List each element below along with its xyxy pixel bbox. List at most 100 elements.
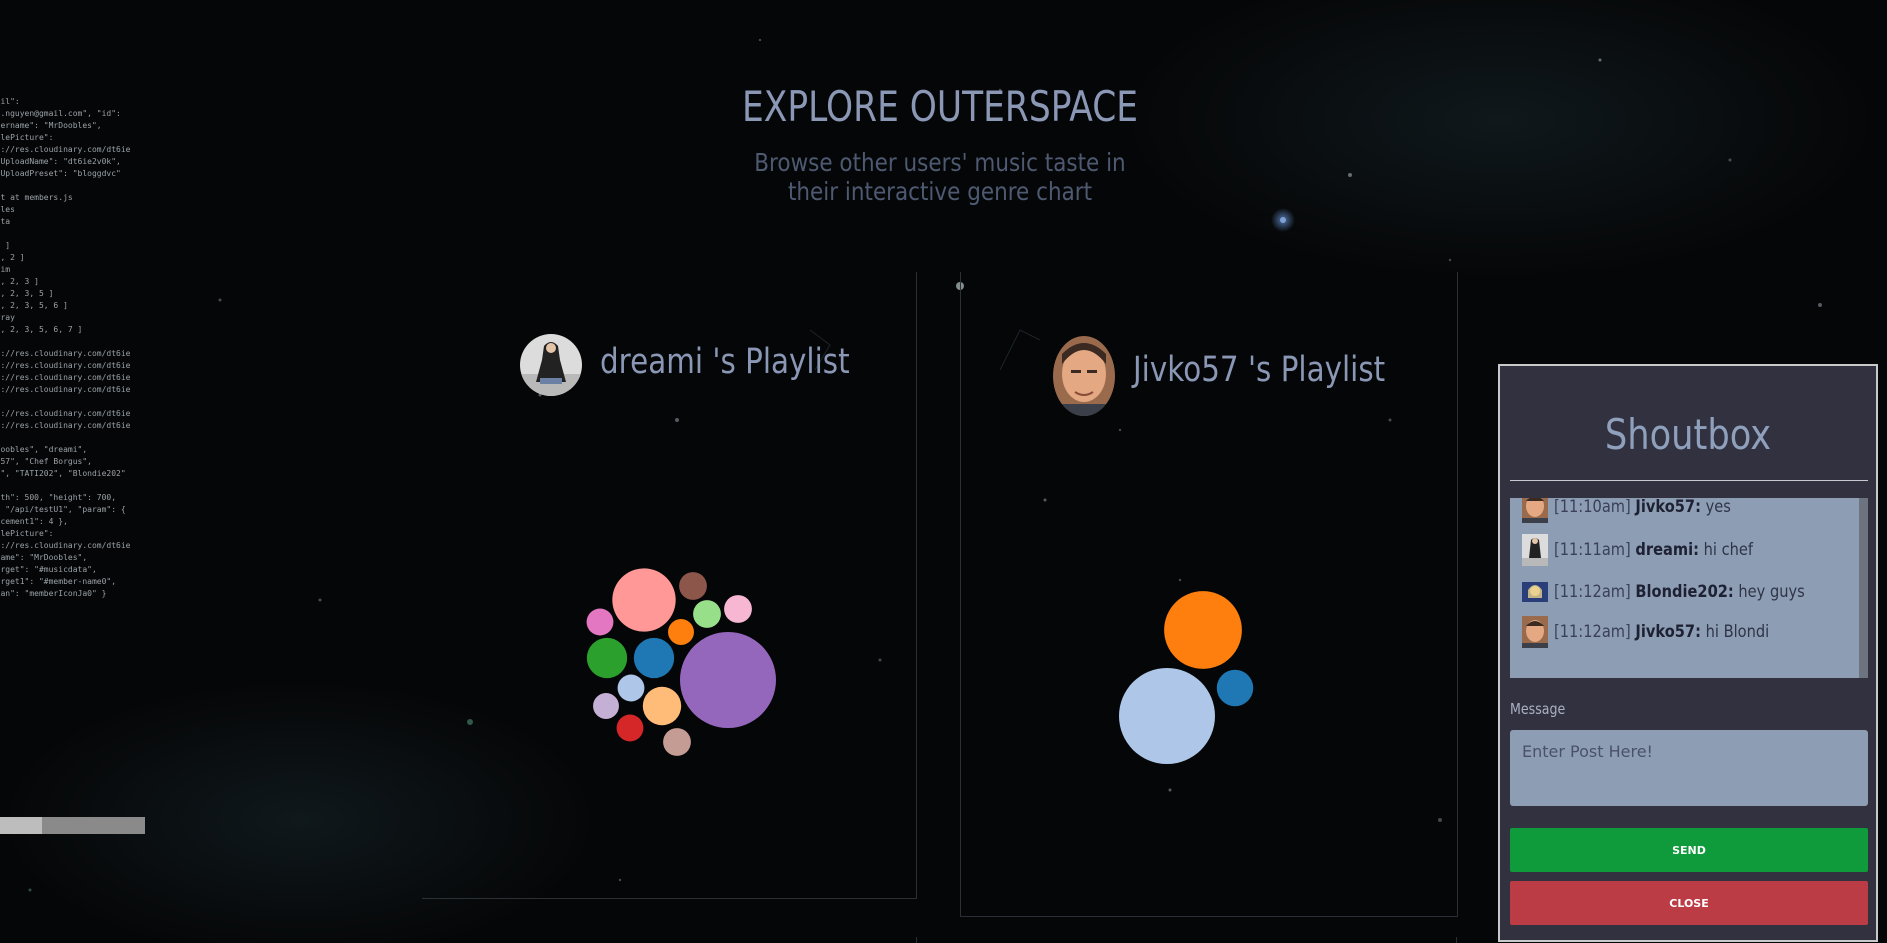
message-list-scrollbar[interactable] xyxy=(1859,498,1868,678)
message-item: [11:11am] dreami: hi chef xyxy=(1522,533,1785,567)
code-line: width": 500, "height": 700, xyxy=(0,493,117,502)
message-time: [11:10am] xyxy=(1554,498,1631,517)
message-label: Message xyxy=(1510,700,1566,718)
code-line: ire", "TATI202", "Blondie202" xyxy=(0,469,126,478)
playlist-title-jivko57: Jivko57 's Playlist xyxy=(1133,350,1386,390)
code-line: tps://res.cloudinary.com/dt6ie xyxy=(0,385,131,394)
genre-bubble-chart-dreami[interactable] xyxy=(580,560,780,760)
divider xyxy=(1456,937,1457,943)
code-line: email": xyxy=(0,97,20,106)
avatar xyxy=(1522,534,1548,566)
genre-bubble[interactable] xyxy=(586,608,614,636)
user-avatar-jivko57[interactable] xyxy=(1053,336,1115,416)
message-input[interactable] xyxy=(1510,730,1868,806)
genre-bubble[interactable] xyxy=(633,637,675,679)
message-user: Blondie202: xyxy=(1635,582,1734,602)
code-line: , 1, 2, 3 ] xyxy=(0,277,39,286)
code-line: oudUploadPreset": "bloggdvc" xyxy=(0,169,121,178)
genre-bubble[interactable] xyxy=(679,572,707,600)
message-user: Jivko57: xyxy=(1635,622,1701,642)
page-subtitle: Browse other users' music taste in their… xyxy=(754,148,1126,206)
code-line: ername": "MrDoobles", xyxy=(0,553,88,562)
avatar xyxy=(1522,582,1548,602)
code-line: , 1 ] xyxy=(0,241,11,250)
avatar xyxy=(1522,498,1548,523)
send-button[interactable]: SEND xyxy=(1510,828,1868,872)
code-line: d him xyxy=(0,265,11,274)
genre-bubble[interactable] xyxy=(1216,669,1254,707)
code-line: , 1, 2 ] xyxy=(0,253,25,262)
code-line: tps://res.cloudinary.com/dt6ie xyxy=(0,373,131,382)
genre-bubble[interactable] xyxy=(663,728,691,756)
code-line: tps://res.cloudinary.com/dt6ie xyxy=(0,361,131,370)
genre-bubble[interactable] xyxy=(586,637,628,679)
scrollbar-thumb[interactable] xyxy=(0,817,42,834)
message-text: hey guys xyxy=(1738,582,1805,602)
shoutbox-title: Shoutbox xyxy=(1604,410,1772,459)
shoutbox-divider xyxy=(1510,480,1868,481)
message-item: [11:10am] Jivko57: yes xyxy=(1522,498,1760,524)
genre-bubble[interactable] xyxy=(668,619,694,645)
code-line: , 1, 2, 3, 5 ] xyxy=(0,289,54,298)
code-line: "username": "MrDoobles", xyxy=(0,121,102,130)
code-line: ofilePicture": xyxy=(0,529,54,538)
code-line: get at members.js xyxy=(0,193,73,202)
genre-bubble[interactable] xyxy=(1119,668,1215,764)
message-text: hi Blondi xyxy=(1705,622,1770,642)
genre-bubble[interactable] xyxy=(724,595,752,623)
message-item: [11:12am] Blondie202: hey guys xyxy=(1522,575,1846,609)
code-line: MrDoobles", "dreami", xyxy=(0,445,88,454)
code-line: placement1": 4 }, xyxy=(0,517,68,526)
genre-bubble[interactable] xyxy=(680,632,776,728)
genre-bubble[interactable] xyxy=(693,600,721,628)
code-line: oudUploadName": "dt6ie2v0k", xyxy=(0,157,121,166)
code-line: rArray xyxy=(0,313,15,322)
code-line: oobles xyxy=(0,205,15,214)
genre-bubble[interactable] xyxy=(1164,591,1242,669)
code-debug-panel: email": inn.nguyen@gmail.com", "id": "user… xyxy=(0,96,150,616)
message-user: Jivko57: xyxy=(1635,498,1701,517)
code-line: l, xyxy=(0,396,150,408)
code-line: tps://res.cloudinary.com/dt6ie xyxy=(0,421,131,430)
code-line: , 1, 2, 3, 5, 6 ] xyxy=(0,301,68,310)
user-avatar-dreami[interactable] xyxy=(520,334,582,396)
message-item: [11:12am] Jivko57: hi Blondi xyxy=(1522,615,1804,649)
code-line: , 1, 2, 3, 5, 6, 7 ] xyxy=(0,325,83,334)
genre-bubble[interactable] xyxy=(612,568,676,632)
code-line: inn.nguyen@gmail.com", "id": xyxy=(0,109,121,118)
code-line: tps://res.cloudinary.com/dt6ie xyxy=(0,409,131,418)
message-list[interactable]: [11:10am] Jivko57: yes [11:11am] dreami:… xyxy=(1510,498,1868,678)
message-time: [11:11am] xyxy=(1554,540,1631,560)
genre-bubble[interactable] xyxy=(593,693,619,719)
message-text: hi chef xyxy=(1703,540,1754,560)
genre-bubble[interactable] xyxy=(617,674,645,702)
code-line: vSpan": "memberIconJa0" } xyxy=(0,589,107,598)
code-line: tps://res.cloudinary.com/dt6ie xyxy=(0,349,131,358)
code-line: _data xyxy=(0,217,11,226)
code-line: l": "/api/testU1", "param": { xyxy=(0,505,126,514)
message-text: yes xyxy=(1705,498,1731,517)
code-panel-scrollbar[interactable] xyxy=(0,817,145,834)
genre-bubble-chart-jivko57[interactable] xyxy=(1105,585,1265,770)
code-line: vko57", "Chef Borgus", xyxy=(0,457,92,466)
code-line: tps://res.cloudinary.com/dt6ie xyxy=(0,145,131,154)
code-line: ] xyxy=(0,228,150,240)
code-line: tps://res.cloudinary.com/dt6ie xyxy=(0,541,131,550)
code-line: ofilePicture": xyxy=(0,133,54,142)
page-title: EXPLORE OUTERSPACE xyxy=(741,82,1139,131)
genre-bubble[interactable] xyxy=(642,686,682,726)
message-user: dreami: xyxy=(1635,540,1699,560)
message-time: [11:12am] xyxy=(1554,582,1631,602)
code-line: yTarget1": "#member-name0", xyxy=(0,577,117,586)
shoutbox-panel: Shoutbox [11:10am] Jivko57: yes [11:11am… xyxy=(1498,364,1878,942)
message-time: [11:12am] xyxy=(1554,622,1631,642)
genre-bubble[interactable] xyxy=(616,714,644,742)
close-button[interactable]: CLOSE xyxy=(1510,881,1868,925)
avatar xyxy=(1522,616,1548,648)
divider xyxy=(916,937,917,943)
playlist-title-dreami: dreami 's Playlist xyxy=(600,342,850,382)
